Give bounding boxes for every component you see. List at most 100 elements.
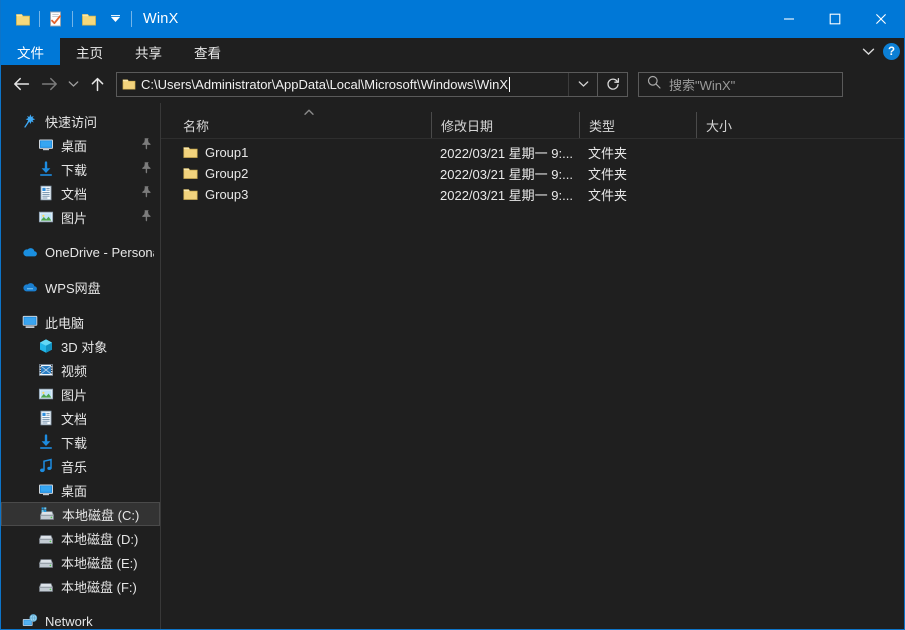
tab-home-label: 主页 <box>76 42 103 62</box>
table-row[interactable]: Group22022/03/21 星期一 9:...文件夹 <box>161 163 904 184</box>
sidebar-item-5[interactable]: OneDrive - Persona <box>1 240 160 264</box>
folder-icon <box>183 167 198 180</box>
sidebar-item-label: 本地磁盘 (C:) <box>62 505 139 524</box>
sidebar-item-17[interactable]: 本地磁盘 (E:) <box>1 550 160 574</box>
star-pin-icon <box>21 112 39 130</box>
nav-group-spacer <box>1 598 160 609</box>
file-name-label: Group1 <box>205 145 248 160</box>
sidebar-item-3[interactable]: 文档 <box>1 181 160 205</box>
cell-date-modified: 2022/03/21 星期一 9:... <box>431 185 579 204</box>
sidebar-item-1[interactable]: 桌面 <box>1 133 160 157</box>
search-input[interactable]: 搜索"WinX" <box>669 75 735 94</box>
sidebar-item-label: 本地磁盘 (F:) <box>61 577 137 596</box>
sidebar-item-7[interactable]: 此电脑 <box>1 310 160 334</box>
sidebar-item-11[interactable]: 文档 <box>1 406 160 430</box>
sidebar-item-label: 本地磁盘 (D:) <box>61 529 138 548</box>
tab-file[interactable]: 文件 <box>1 38 60 65</box>
videos-icon <box>37 361 55 379</box>
title-bar[interactable]: WinX <box>1 0 904 38</box>
tab-home[interactable]: 主页 <box>60 38 119 65</box>
help-icon[interactable]: ? <box>883 43 900 60</box>
tab-view[interactable]: 查看 <box>178 38 237 65</box>
sidebar-item-2[interactable]: 下载 <box>1 157 160 181</box>
address-dropdown-chevron-down-icon[interactable] <box>569 73 597 96</box>
sidebar-item-15[interactable]: 本地磁盘 (C:) <box>1 502 160 526</box>
file-rows[interactable]: Group12022/03/21 星期一 9:...文件夹Group22022/… <box>161 139 904 629</box>
cell-date-modified: 2022/03/21 星期一 9:... <box>431 164 579 183</box>
navigation-bar: C:\Users\Administrator\AppData\Local\Mic… <box>1 65 904 103</box>
address-bar[interactable]: C:\Users\Administrator\AppData\Local\Mic… <box>116 72 628 97</box>
drive-icon <box>37 577 55 595</box>
back-arrow-icon[interactable] <box>7 69 35 99</box>
maximize-button[interactable] <box>812 0 858 38</box>
sidebar-item-label: Network <box>45 614 93 629</box>
sidebar-item-14[interactable]: 桌面 <box>1 478 160 502</box>
column-header-name-label: 名称 <box>183 116 209 135</box>
column-header-size[interactable]: 大小 <box>696 112 776 138</box>
nav-group-spacer <box>1 299 160 310</box>
search-box[interactable]: 搜索"WinX" <box>638 72 843 97</box>
refresh-icon[interactable] <box>597 73 627 96</box>
new-folder-icon[interactable] <box>76 6 102 32</box>
sidebar-item-10[interactable]: 图片 <box>1 382 160 406</box>
desktop-icon <box>37 136 55 154</box>
sidebar-item-label: 文档 <box>61 409 87 428</box>
column-header-name[interactable]: 名称 <box>161 112 431 138</box>
folder-icon <box>183 188 198 201</box>
cell-name: Group3 <box>161 187 431 202</box>
close-button[interactable] <box>858 0 904 38</box>
tab-share[interactable]: 共享 <box>119 38 178 65</box>
sidebar-item-label: 图片 <box>61 385 87 404</box>
folder-icon[interactable] <box>10 6 36 32</box>
column-header-type[interactable]: 类型 <box>579 112 696 138</box>
sidebar-item-label: 文档 <box>61 184 87 203</box>
sidebar-item-16[interactable]: 本地磁盘 (D:) <box>1 526 160 550</box>
wps-cloud-icon <box>21 278 39 296</box>
ribbon-expand-chevron-down-icon[interactable] <box>862 43 875 61</box>
ribbon-right-controls: ? <box>862 38 900 65</box>
nav-group-spacer <box>1 264 160 275</box>
pin-icon[interactable] <box>141 186 152 201</box>
sidebar-item-8[interactable]: 3D 对象 <box>1 334 160 358</box>
pin-icon[interactable] <box>141 162 152 177</box>
drive-icon <box>37 529 55 547</box>
sidebar-item-label: OneDrive - Persona <box>45 245 154 260</box>
qat-separator <box>39 11 40 27</box>
desktop-icon <box>37 481 55 499</box>
sidebar-item-0[interactable]: 快速访问 <box>1 109 160 133</box>
minimize-button[interactable] <box>766 0 812 38</box>
sidebar-item-label: 3D 对象 <box>61 337 107 356</box>
sidebar-item-13[interactable]: 音乐 <box>1 454 160 478</box>
column-header-date-label: 修改日期 <box>441 116 493 135</box>
onedrive-icon <box>21 243 39 261</box>
up-arrow-icon[interactable] <box>83 69 111 99</box>
forward-arrow-icon[interactable] <box>35 69 63 99</box>
table-row[interactable]: Group12022/03/21 星期一 9:...文件夹 <box>161 142 904 163</box>
sidebar-item-18[interactable]: 本地磁盘 (F:) <box>1 574 160 598</box>
properties-icon[interactable] <box>43 6 69 32</box>
sidebar-item-label: 下载 <box>61 160 87 179</box>
cell-type: 文件夹 <box>579 185 696 204</box>
sidebar-item-6[interactable]: WPS网盘 <box>1 275 160 299</box>
file-list-pane: 名称 修改日期 类型 大小 Group12022/03/21 星期一 9:...… <box>161 103 904 629</box>
sidebar-item-4[interactable]: 图片 <box>1 205 160 229</box>
sidebar-item-9[interactable]: 视频 <box>1 358 160 382</box>
explorer-body: 快速访问桌面下载文档图片OneDrive - PersonaWPS网盘此电脑3D… <box>1 103 904 629</box>
address-input[interactable]: C:\Users\Administrator\AppData\Local\Mic… <box>117 73 569 96</box>
cell-name: Group1 <box>161 145 431 160</box>
column-header-date[interactable]: 修改日期 <box>431 112 579 138</box>
this-pc-icon <box>21 313 39 331</box>
sidebar-item-label: 音乐 <box>61 457 87 476</box>
explorer-window: WinX 文件 主页 共享 查看 ? <box>0 0 905 630</box>
qat-separator <box>131 11 132 27</box>
pin-icon[interactable] <box>141 138 152 153</box>
chevron-down-icon[interactable] <box>102 6 128 32</box>
download-icon <box>37 160 55 178</box>
table-row[interactable]: Group32022/03/21 星期一 9:...文件夹 <box>161 184 904 205</box>
window-controls <box>766 0 904 38</box>
recent-locations-chevron-down-icon[interactable] <box>63 69 83 99</box>
sidebar-item-12[interactable]: 下载 <box>1 430 160 454</box>
navigation-pane[interactable]: 快速访问桌面下载文档图片OneDrive - PersonaWPS网盘此电脑3D… <box>1 103 161 629</box>
pin-icon[interactable] <box>141 210 152 225</box>
sidebar-item-19[interactable]: Network <box>1 609 160 629</box>
